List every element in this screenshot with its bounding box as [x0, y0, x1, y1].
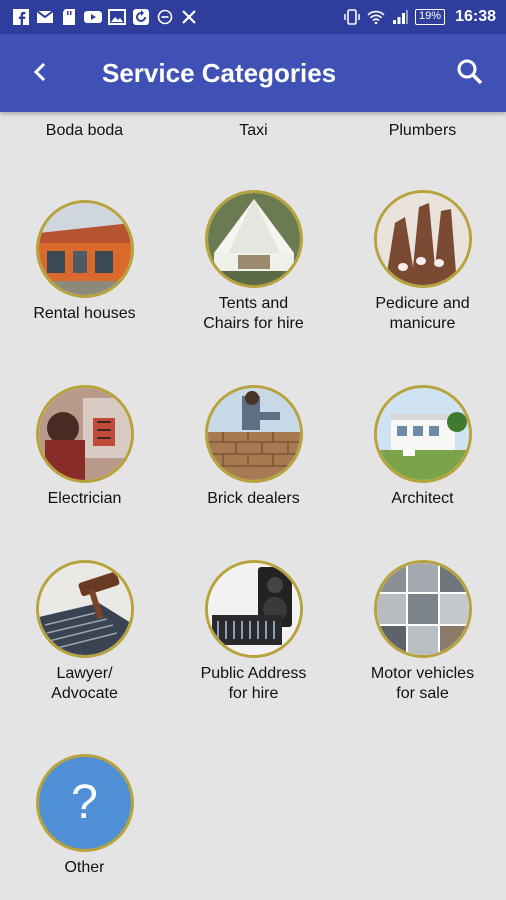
- category-label: Rental houses: [33, 305, 136, 322]
- category-architect[interactable]: Architect: [338, 385, 506, 509]
- back-arrow-icon: [32, 61, 48, 88]
- category-grid: Boda boda Taxi Plumbers Rental houses Te…: [0, 112, 506, 900]
- sync-icon: [132, 9, 150, 25]
- architect-image: [373, 385, 472, 483]
- category-label-boda-boda[interactable]: Boda boda: [0, 122, 169, 140]
- image-icon: [108, 9, 126, 25]
- clock: 16:38: [455, 8, 496, 25]
- facebook-icon: [12, 9, 30, 25]
- category-label: Pedicure and manicure: [375, 295, 470, 332]
- x-icon: [180, 9, 198, 25]
- electrician-image: [35, 385, 134, 483]
- category-label: Lawyer/ Advocate: [51, 665, 118, 702]
- lawyer-image: [35, 560, 134, 658]
- category-label: Motor vehicles for sale: [370, 665, 475, 702]
- category-label-taxi[interactable]: Taxi: [169, 122, 338, 140]
- wifi-icon: [367, 9, 385, 25]
- rental-houses-image: [35, 200, 134, 298]
- youtube-icon: [84, 9, 102, 25]
- category-other[interactable]: ? Other: [0, 754, 169, 878]
- category-label: Other: [64, 859, 105, 876]
- public-address-image: [204, 560, 303, 658]
- search-button[interactable]: [452, 56, 488, 92]
- category-lawyer-advocate[interactable]: Lawyer/ Advocate: [0, 560, 169, 704]
- status-bar: 19% 16:38: [0, 0, 506, 34]
- page-title: Service Categories: [102, 58, 337, 88]
- category-label-plumbers[interactable]: Plumbers: [338, 122, 506, 140]
- back-button[interactable]: [22, 56, 58, 92]
- category-label: Tents and Chairs for hire: [203, 295, 304, 332]
- system-icons: 19% 16:38: [343, 8, 496, 26]
- category-label: Brick dealers: [207, 490, 300, 507]
- sd-card-icon: [60, 9, 78, 25]
- vibrate-icon: [343, 9, 361, 25]
- brick-dealers-image: [204, 385, 303, 483]
- manicure-image: [373, 190, 472, 288]
- category-public-address[interactable]: Public Address for hire: [169, 560, 338, 704]
- gmail-icon: [36, 9, 54, 25]
- category-label: Architect: [391, 490, 454, 507]
- category-rental-houses[interactable]: Rental houses: [0, 200, 169, 324]
- tents-image: [204, 190, 303, 288]
- notification-icons: [12, 9, 198, 25]
- category-brick-dealers[interactable]: Brick dealers: [169, 385, 338, 509]
- other-circle: ?: [35, 754, 134, 852]
- category-pedicure-and-manicure[interactable]: Pedicure and manicure: [338, 190, 506, 334]
- signal-icon: [391, 9, 409, 25]
- battery-indicator: 19%: [415, 9, 446, 25]
- app-bar: Service Categories: [0, 34, 506, 112]
- category-electrician[interactable]: Electrician: [0, 385, 169, 509]
- category-label: Public Address for hire: [200, 665, 307, 702]
- category-tents-and-chairs[interactable]: Tents and Chairs for hire: [169, 190, 338, 334]
- motor-vehicles-image: [373, 560, 472, 658]
- question-mark-icon: ?: [71, 776, 98, 829]
- category-label: Electrician: [47, 490, 122, 507]
- category-motor-vehicles[interactable]: Motor vehicles for sale: [338, 560, 506, 704]
- search-icon: [456, 58, 484, 91]
- minus-circle-icon: [156, 9, 174, 25]
